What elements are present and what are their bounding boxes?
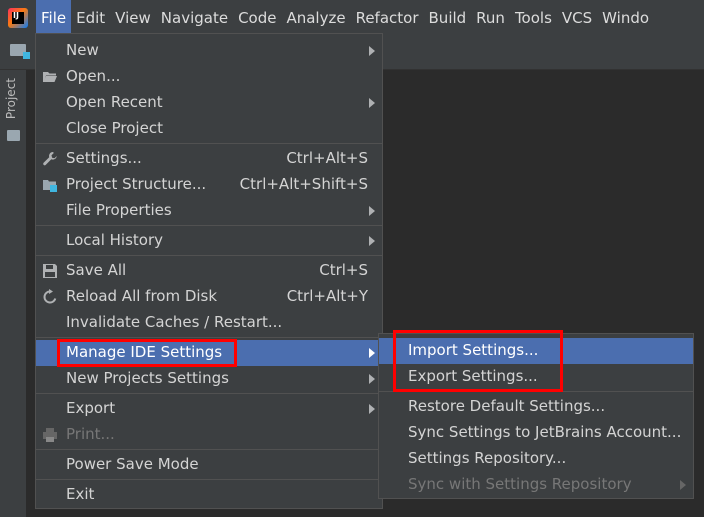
submenu-arrow-icon bbox=[369, 98, 375, 108]
project-tool-folder-icon[interactable] bbox=[7, 130, 20, 141]
submenu-item-sync-repository[interactable]: Sync with Settings Repository bbox=[379, 472, 693, 498]
file-menu-popup: New Open... Open Recent Close Project Se… bbox=[35, 33, 383, 509]
menu-item-close-project[interactable]: Close Project bbox=[36, 116, 382, 142]
menu-item-new[interactable]: New bbox=[36, 38, 382, 64]
menu-item-exit[interactable]: Exit bbox=[36, 482, 382, 508]
project-folder-icon[interactable] bbox=[10, 44, 30, 59]
menu-separator bbox=[36, 479, 382, 480]
manage-ide-settings-submenu: Import Settings... Export Settings... Re… bbox=[378, 333, 694, 499]
menu-separator bbox=[36, 337, 382, 338]
menu-run[interactable]: Run bbox=[471, 0, 510, 36]
submenu-arrow-icon bbox=[369, 206, 375, 216]
reload-icon bbox=[43, 289, 57, 304]
save-icon bbox=[43, 264, 57, 278]
submenu-arrow-icon bbox=[369, 404, 375, 414]
project-structure-icon bbox=[43, 180, 57, 192]
menu-code[interactable]: Code bbox=[233, 0, 281, 36]
menu-build[interactable]: Build bbox=[424, 0, 472, 36]
menu-separator bbox=[36, 449, 382, 450]
menu-item-invalidate-caches[interactable]: Invalidate Caches / Restart... bbox=[36, 310, 382, 336]
wrench-icon bbox=[43, 152, 57, 166]
submenu-arrow-icon bbox=[680, 480, 686, 490]
menu-item-new-projects-settings[interactable]: New Projects Settings bbox=[36, 366, 382, 392]
submenu-arrow-icon bbox=[369, 236, 375, 246]
print-icon bbox=[43, 428, 57, 442]
menu-item-power-save-mode[interactable]: Power Save Mode bbox=[36, 452, 382, 478]
menu-item-reload-all[interactable]: Reload All from Disk Ctrl+Alt+Y bbox=[36, 284, 382, 310]
menu-window[interactable]: Windo bbox=[597, 0, 654, 36]
menu-item-export[interactable]: Export bbox=[36, 396, 382, 422]
menu-item-file-properties[interactable]: File Properties bbox=[36, 198, 382, 224]
menu-tools[interactable]: Tools bbox=[510, 0, 557, 36]
menu-item-open-recent[interactable]: Open Recent bbox=[36, 90, 382, 116]
open-folder-icon bbox=[43, 72, 57, 82]
submenu-arrow-icon bbox=[369, 374, 375, 384]
submenu-arrow-icon bbox=[369, 348, 375, 358]
menu-separator bbox=[36, 143, 382, 144]
submenu-item-restore-default[interactable]: Restore Default Settings... bbox=[379, 394, 693, 420]
submenu-item-export-settings[interactable]: Export Settings... bbox=[379, 364, 693, 390]
menu-edit[interactable]: Edit bbox=[71, 0, 110, 36]
menu-item-open[interactable]: Open... bbox=[36, 64, 382, 90]
menu-bar: IJ File Edit View Navigate Code Analyze … bbox=[0, 0, 704, 36]
menu-separator bbox=[36, 225, 382, 226]
menu-item-settings[interactable]: Settings... Ctrl+Alt+S bbox=[36, 146, 382, 172]
menu-item-manage-ide-settings[interactable]: Manage IDE Settings bbox=[36, 340, 382, 366]
submenu-arrow-icon bbox=[369, 46, 375, 56]
menu-separator bbox=[36, 393, 382, 394]
menu-view[interactable]: View bbox=[110, 0, 156, 36]
submenu-item-sync-jetbrains[interactable]: Sync Settings to JetBrains Account... bbox=[379, 420, 693, 446]
menu-separator bbox=[36, 255, 382, 256]
menu-navigate[interactable]: Navigate bbox=[156, 0, 233, 36]
menu-vcs[interactable]: VCS bbox=[557, 0, 597, 36]
menu-item-local-history[interactable]: Local History bbox=[36, 228, 382, 254]
menu-item-project-structure[interactable]: Project Structure... Ctrl+Alt+Shift+S bbox=[36, 172, 382, 198]
menu-analyze[interactable]: Analyze bbox=[281, 0, 350, 36]
submenu-item-settings-repository[interactable]: Settings Repository... bbox=[379, 446, 693, 472]
menu-separator bbox=[379, 391, 693, 392]
project-tool-tab[interactable]: Project bbox=[4, 78, 18, 119]
menu-refactor[interactable]: Refactor bbox=[351, 0, 424, 36]
menu-file[interactable]: File bbox=[36, 0, 72, 36]
submenu-item-import-settings[interactable]: Import Settings... bbox=[379, 338, 693, 364]
menu-item-save-all[interactable]: Save All Ctrl+S bbox=[36, 258, 382, 284]
menu-item-print[interactable]: Print... bbox=[36, 422, 382, 448]
intellij-logo-icon[interactable]: IJ bbox=[8, 8, 28, 28]
